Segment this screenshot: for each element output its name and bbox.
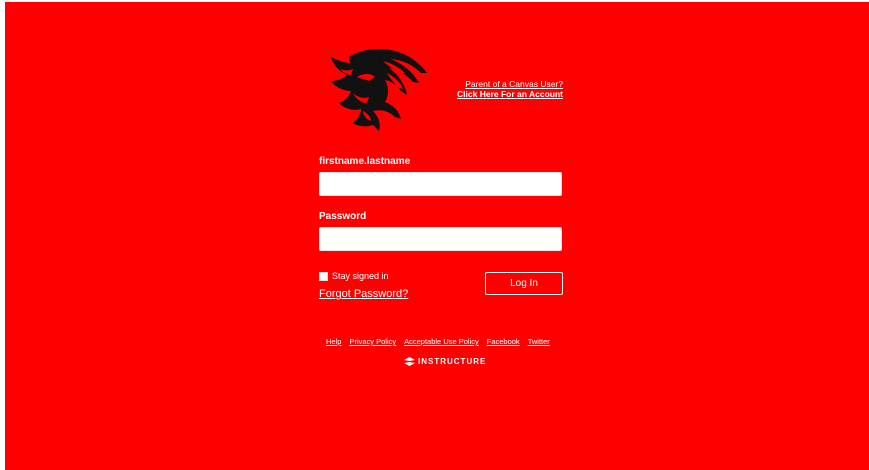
instructure-logo-icon <box>404 357 415 366</box>
footer-link-help[interactable]: Help <box>326 337 341 346</box>
footer-link-privacy-policy[interactable]: Privacy Policy <box>349 337 396 346</box>
footer-link-acceptable-use-policy[interactable]: Acceptable Use Policy <box>404 337 479 346</box>
footer-link-twitter[interactable]: Twitter <box>528 337 550 346</box>
password-input[interactable] <box>319 227 562 251</box>
stay-signed-in-label: Stay signed in <box>332 271 389 281</box>
parent-canvas-user-link[interactable]: Parent of a Canvas User? <box>435 79 563 89</box>
footer-links: Help Privacy Policy Acceptable Use Polic… <box>326 337 550 346</box>
login-page: Parent of a Canvas User? Click Here For … <box>5 2 869 470</box>
login-button[interactable]: Log In <box>485 272 563 295</box>
create-parent-account-link[interactable]: Click Here For an Account <box>435 89 563 99</box>
footer-link-facebook[interactable]: Facebook <box>487 337 520 346</box>
username-input[interactable] <box>319 172 562 196</box>
instructure-brand[interactable]: INSTRUCTURE <box>404 357 486 366</box>
username-label: firstname.lastname <box>319 156 411 167</box>
stay-signed-in-checkbox[interactable] <box>319 271 328 281</box>
parent-account-links: Parent of a Canvas User? Click Here For … <box>435 79 563 99</box>
stay-signed-in-row[interactable]: Stay signed in <box>319 270 389 282</box>
password-label: Password <box>319 211 367 222</box>
instructure-wordmark: INSTRUCTURE <box>418 357 487 366</box>
lion-head-logo <box>331 49 427 131</box>
forgot-password-link[interactable]: Forgot Password? <box>319 288 408 300</box>
